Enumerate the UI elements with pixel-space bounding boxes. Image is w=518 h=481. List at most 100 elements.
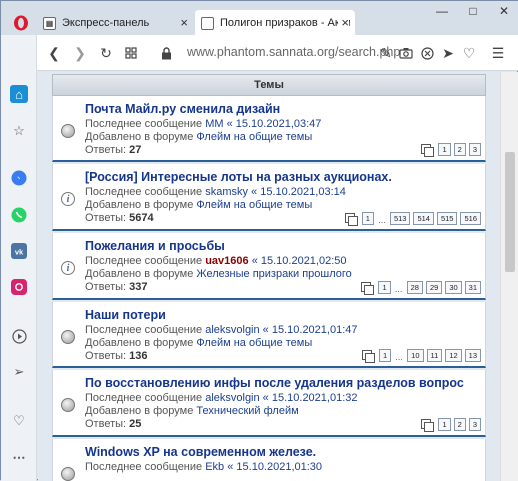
replies-count: 25 <box>129 418 142 430</box>
topic-title-link[interactable]: Windows XP на современном железе. <box>85 445 316 459</box>
page-button[interactable]: 1 <box>438 418 451 431</box>
topic-row: i Пожелания и просьбы Последнее сообщение … <box>52 233 486 300</box>
page-button[interactable]: 3 <box>468 418 481 431</box>
topic-title-link[interactable]: Наши потери <box>85 308 166 322</box>
page-button[interactable]: 3 <box>468 143 481 156</box>
topic-status-icon <box>61 330 75 344</box>
forum-label: Добавлено в форуме <box>85 131 197 143</box>
player-icon[interactable] <box>10 327 28 345</box>
page-button[interactable]: 2 <box>453 143 466 156</box>
last-post-date-link[interactable]: 15.10.2021,03:47 <box>236 118 322 130</box>
forward-icon[interactable]: ❯ <box>71 44 89 62</box>
replies-line: Ответы: 136 <box>85 350 147 362</box>
last-post-line: Последнее сообщение aleksvolgin « 15.10.… <box>85 392 358 404</box>
tab-express-panel[interactable]: ▦ Экспресс-панель × <box>37 10 194 36</box>
block-ads-icon[interactable] <box>418 44 436 62</box>
easy-setup-icon[interactable]: ☰ <box>489 44 507 62</box>
messenger-icon[interactable] <box>10 169 28 187</box>
topic-status-icon <box>61 124 75 138</box>
home-icon[interactable]: ⌂ <box>10 85 28 103</box>
browser-window: ▦ Экспресс-панель × Полигон призраков - … <box>0 0 518 481</box>
forum-link[interactable]: Флейм на общие темы <box>196 337 312 349</box>
scrollbar[interactable] <box>500 72 518 481</box>
topic-title-link[interactable]: По восстановлению инфы после удаления ра… <box>85 376 464 390</box>
page-button[interactable]: 1 <box>378 281 391 294</box>
bookmarks-heart-icon[interactable]: ♡ <box>10 412 28 430</box>
forum-link[interactable]: Технический флейм <box>196 405 298 417</box>
edit-icon[interactable]: ✎ <box>377 44 395 62</box>
whatsapp-icon[interactable] <box>10 206 28 224</box>
pagination: 1… 513 514 515 516 <box>344 212 481 226</box>
replies-line: Ответы: 25 <box>85 418 141 430</box>
page-button[interactable]: 513 <box>389 212 411 225</box>
last-post-date-link[interactable]: 15.10.2021,01:30 <box>236 461 322 473</box>
tabs-grid-icon[interactable] <box>122 44 140 62</box>
last-post-user-link[interactable]: Ekb <box>205 461 224 473</box>
camera-icon[interactable] <box>397 44 415 62</box>
page-button[interactable]: 515 <box>436 212 458 225</box>
topic-title-link[interactable]: [Россия] Интересные лоты на разных аукци… <box>85 170 392 184</box>
topic-title-link[interactable]: Пожелания и просьбы <box>85 239 225 253</box>
close-tab-icon[interactable]: × <box>180 15 188 30</box>
page-button[interactable]: 12 <box>445 349 462 362</box>
speed-dial-star-icon[interactable]: ☆ <box>10 122 28 140</box>
forum-line: Добавлено в форуме Флейм на общие темы <box>85 337 312 349</box>
last-post-label: Последнее сообщение <box>85 255 206 267</box>
last-post-date-link[interactable]: 15.10.2021,01:47 <box>272 324 358 336</box>
scrollbar-thumb[interactable] <box>505 152 515 272</box>
close-tab-icon[interactable]: × <box>338 15 349 30</box>
page-button[interactable]: 31 <box>464 281 481 294</box>
page-button[interactable]: 516 <box>460 212 481 225</box>
forum-line: Добавлено в форуме Флейм на общие темы <box>85 199 312 211</box>
page-button[interactable]: 1 <box>361 212 374 225</box>
url-field[interactable]: www.phantom.sannata.org/search.php <box>187 45 405 59</box>
last-post-date-link[interactable]: 15.10.2021,01:32 <box>272 392 358 404</box>
topic-title-link[interactable]: Почта Майл.ру сменила дизайн <box>85 102 280 116</box>
page-button[interactable]: 514 <box>413 212 434 225</box>
forum-link[interactable]: Флейм на общие темы <box>196 131 312 143</box>
send-icon[interactable]: ➤ <box>439 44 457 62</box>
page-button[interactable]: 28 <box>406 281 423 294</box>
tab-phantom[interactable]: Полигон призраков - Активн × <box>195 10 355 36</box>
page-button[interactable]: 1 <box>379 349 392 362</box>
close-window-button[interactable]: ✕ <box>493 1 515 21</box>
last-post-line: Последнее сообщение MM « 15.10.2021,03:4… <box>85 118 321 130</box>
sidebar: ⌂ ☆ vk ➢ ♡ ⋯ <box>1 35 37 481</box>
last-post-separator: « <box>223 118 236 130</box>
last-post-date-link[interactable]: 15.10.2021,03:14 <box>260 186 346 198</box>
page-button[interactable]: 10 <box>407 349 424 362</box>
replies-label: Ответы: <box>85 144 130 156</box>
back-icon[interactable]: ❮ <box>45 44 63 62</box>
my-flow-icon[interactable]: ➢ <box>10 363 28 381</box>
last-post-user-link[interactable]: skamsky <box>205 186 248 198</box>
page-button[interactable]: 13 <box>464 349 481 362</box>
last-post-user-link[interactable]: aleksvolgin <box>205 324 259 336</box>
page-button[interactable]: 1 <box>438 143 451 156</box>
pagination: 1… 10 11 12 13 <box>362 349 481 363</box>
lock-icon[interactable] <box>157 44 175 62</box>
last-post-date-link[interactable]: 15.10.2021,02:50 <box>261 255 347 267</box>
heart-icon[interactable]: ♡ <box>460 44 478 62</box>
page-button[interactable]: 29 <box>425 281 443 294</box>
page-button[interactable]: 30 <box>445 281 462 294</box>
minimize-button[interactable]: — <box>431 1 453 21</box>
last-post-separator: « <box>247 186 261 198</box>
pagination: 123 <box>421 143 481 157</box>
more-icon[interactable]: ⋯ <box>10 449 28 467</box>
reload-icon[interactable]: ↻ <box>97 44 115 62</box>
last-post-label: Последнее сообщение <box>85 118 206 130</box>
instagram-icon[interactable] <box>10 278 28 296</box>
vk-icon[interactable]: vk <box>10 242 28 260</box>
last-post-user-link[interactable]: MM <box>205 118 223 130</box>
page-button[interactable]: 2 <box>453 418 466 431</box>
page-button[interactable]: 11 <box>426 349 443 362</box>
forum-label: Добавлено в форуме <box>85 405 197 417</box>
opera-logo-icon[interactable] <box>13 15 29 31</box>
maximize-button[interactable]: □ <box>462 1 484 21</box>
last-post-user-link[interactable]: aleksvolgin <box>205 392 259 404</box>
pagination: 1… 28 29 30 31 <box>361 281 481 295</box>
last-post-user-link[interactable]: uav1606 <box>205 255 248 267</box>
forum-link[interactable]: Железные призраки прошлого <box>196 268 351 280</box>
forum-link[interactable]: Флейм на общие темы <box>196 199 312 211</box>
last-post-line: Последнее сообщение uav1606 « 15.10.2021… <box>85 255 347 267</box>
